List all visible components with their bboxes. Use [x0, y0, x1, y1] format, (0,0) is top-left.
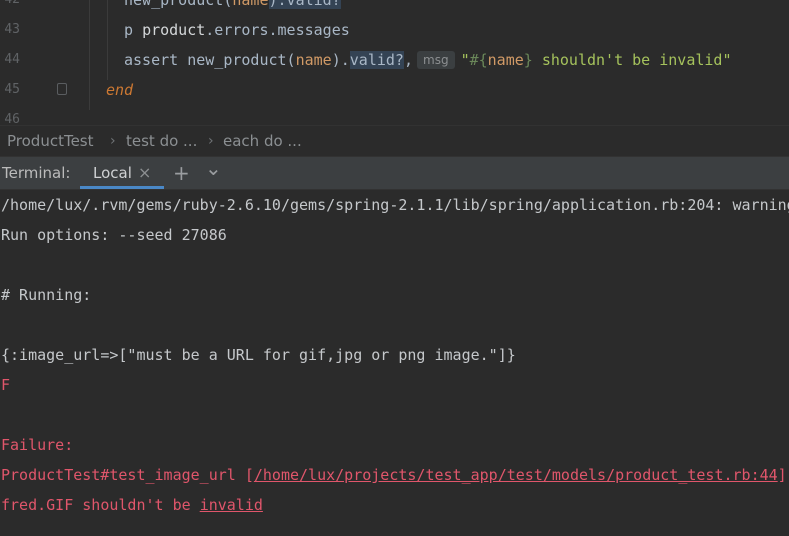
code-line[interactable]: 45 end: [0, 75, 789, 105]
line-number: 46: [4, 112, 20, 125]
code-text: p product.errors.messages: [124, 21, 350, 39]
breadcrumb-item[interactable]: each do ...: [223, 126, 302, 156]
terminal-title: Terminal:: [2, 164, 71, 182]
line-number: 42: [0, 0, 20, 15]
add-terminal-icon[interactable]: +: [173, 157, 190, 189]
code-text: end: [106, 81, 134, 99]
close-icon[interactable]: ×: [138, 157, 151, 189]
terminal-line: Failure:: [1, 436, 74, 454]
breadcrumb-separator-icon: ›: [110, 133, 116, 149]
line-number: 43: [4, 22, 20, 37]
code-line[interactable]: 46: [0, 105, 789, 125]
file-link[interactable]: /home/lux/projects/test_app/test/models/…: [254, 466, 778, 484]
terminal-toolbar: Terminal: Local × + ⌄: [0, 156, 789, 190]
parameter-hint: msg: [417, 50, 455, 69]
line-number: 44: [4, 52, 20, 67]
terminal-line: F: [1, 376, 11, 394]
code-line[interactable]: 42 new_product(name).valid?: [0, 0, 789, 15]
breadcrumb-item[interactable]: test do ...: [126, 126, 197, 156]
active-tab-indicator: [80, 186, 164, 189]
breadcrumb-item[interactable]: ProductTest: [7, 126, 94, 156]
terminal-line: /home/lux/.rvm/gems/ruby-2.6.10/gems/spr…: [1, 196, 789, 214]
code-editor[interactable]: 42 new_product(name).valid? 43 p product…: [0, 0, 789, 125]
code-text: assert new_product(name).valid?, msg "#{na…: [124, 50, 732, 69]
terminal-output[interactable]: /home/lux/.rvm/gems/ruby-2.6.10/gems/spr…: [0, 190, 789, 536]
breadcrumb: ProductTest › test do ... › each do ...: [0, 125, 789, 156]
code-text: new_product(name).valid?: [124, 0, 341, 15]
terminal-line: fred.GIF shouldn't be invalid: [1, 496, 263, 514]
code-line[interactable]: 43 p product.errors.messages: [0, 15, 789, 45]
tab-label: Local: [93, 164, 132, 182]
terminal-line: ProductTest#test_image_url [/home/lux/pr…: [1, 466, 789, 484]
tab-local[interactable]: Local ×: [80, 157, 164, 189]
terminal-line: {:image_url=>["must be a URL for gif,jpg…: [1, 346, 516, 364]
terminal-line: # Running:: [1, 286, 92, 304]
fold-marker-icon[interactable]: [57, 83, 67, 95]
line-number: 45: [4, 82, 20, 97]
code-line[interactable]: 44 assert new_product(name).valid?, msg "#…: [0, 45, 789, 75]
chevron-down-icon[interactable]: ⌄: [205, 152, 222, 184]
terminal-line: Run options: --seed 27086: [1, 226, 227, 244]
error-keyword: invalid: [199, 496, 263, 514]
